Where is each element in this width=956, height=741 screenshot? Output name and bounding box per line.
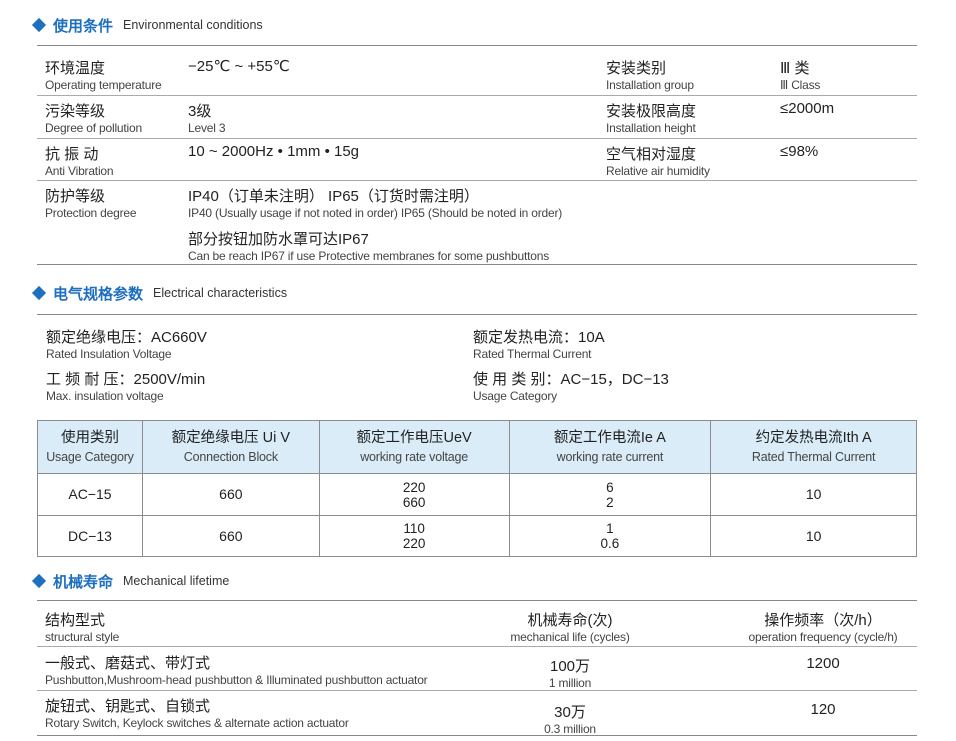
env-bottom-rule <box>37 264 917 265</box>
header-usage-category: 使用类别 Usage Category <box>37 420 143 474</box>
env-value-temp: −25℃ ~ +55℃ <box>188 58 290 75</box>
env-value-protection: IP40（订单未注明） IP65（订货时需注明） IP40 (Usually u… <box>188 188 563 220</box>
env-heading-cn: 使用条件 <box>53 17 114 35</box>
mech-row-structure: 旋钮式、钥匙式、自锁式 Rotary Switch, Keylock switc… <box>45 698 349 730</box>
mech-col-structure: 结构型式 structural style <box>45 612 120 644</box>
elec-rated-insulation: 额定绝缘电压：AC660V Rated Insulation Voltage <box>46 329 207 361</box>
cell-ie: 1 0.6 <box>508 515 712 557</box>
mech-bottom-rule <box>37 735 917 736</box>
table-row: DC−13 660 110 220 1 0.6 10 <box>37 515 917 557</box>
env-top-rule <box>37 45 917 46</box>
cell-ue: 110 220 <box>318 515 510 557</box>
elec-heading-en: Electrical characteristics <box>153 286 288 300</box>
env-row-rule <box>37 180 917 181</box>
diamond-bullet-icon <box>31 285 47 301</box>
mech-row-life: 30万 0.3 million <box>544 704 596 736</box>
elec-rated-thermal: 额定发热电流：10A Rated Thermal Current <box>473 329 605 361</box>
env-row-rule <box>37 95 917 96</box>
env-label-install-group: 安装类别 Installation group <box>606 60 694 92</box>
header-insulation-voltage: 额定绝缘电压 Ui V Connection Block <box>141 420 320 474</box>
mech-heading-en: Mechanical lifetime <box>123 574 230 588</box>
elec-max-insulation: 工 频 耐 压：2500V/min Max. insulation voltag… <box>46 371 206 403</box>
mech-top-rule <box>37 600 917 601</box>
mech-row-frequency: 1200 <box>806 655 840 672</box>
header-thermal-current: 约定发热电流Ith A Rated Thermal Current <box>710 420 917 474</box>
header-working-voltage: 额定工作电压UeV working rate voltage <box>318 420 510 474</box>
mech-row-frequency: 120 <box>810 701 836 718</box>
cell-ie: 62 <box>508 473 712 516</box>
mech-heading-cn: 机械寿命 <box>53 573 114 591</box>
env-value-vibration: 10 ~ 2000Hz • 1mm • 15g <box>188 143 360 160</box>
header-working-current: 额定工作电流Ie Aworking rate current <box>508 420 712 474</box>
cell-ui: 660 <box>141 515 320 557</box>
env-value-install-height: ≤2000m <box>780 100 835 117</box>
mech-row-rule <box>37 646 917 647</box>
env-section-heading: 使用条件 Environmental conditions <box>31 13 263 37</box>
cell-ith: 10 <box>710 473 917 516</box>
mech-row-structure: 一般式、磨菇式、带灯式 Pushbutton,Mushroom-head pus… <box>45 655 428 687</box>
elec-usage-category: 使 用 类 别：AC−15，DC−13 Usage Category <box>473 371 669 403</box>
env-value-humidity: ≤98% <box>780 143 819 160</box>
cell-ui: 660 <box>141 473 320 516</box>
env-note-ip67: 部分按钮加防水罩可达IP67 Can be reach IP67 if use … <box>188 231 549 263</box>
mech-row-rule <box>37 690 917 691</box>
elec-heading-cn: 电气规格参数 <box>53 285 144 303</box>
cell-ue: 220 660 <box>318 473 510 516</box>
mech-row-life: 100万 1 million <box>548 658 592 690</box>
elec-top-rule <box>37 314 917 315</box>
elec-section-heading: 电气规格参数 Electrical characteristics <box>31 281 288 305</box>
env-label-humidity: 空气相对湿度 Relative air humidity <box>606 146 710 178</box>
mech-col-life: 机械寿命(次) mechanical life (cycles) <box>510 612 630 644</box>
env-label-vibration: 抗 振 动 Anti Vibration <box>45 146 114 178</box>
env-label-pollution: 污染等级 Degree of pollution <box>45 103 142 135</box>
table-row: AC−15 660 220 660 62 10 <box>37 473 917 516</box>
env-value-pollution: 3级 Level 3 <box>188 103 226 135</box>
env-value-install-group: Ⅲ 类 Ⅲ Class <box>780 60 821 92</box>
env-heading-en: Environmental conditions <box>123 18 263 32</box>
cell-ith: 10 <box>710 515 917 557</box>
mech-col-frequency: 操作频率（次/h） operation frequency (cycle/h) <box>748 612 898 644</box>
cell-category: DC−13 <box>37 515 143 557</box>
diamond-bullet-icon <box>31 17 47 33</box>
mech-section-heading: 机械寿命 Mechanical lifetime <box>31 569 230 593</box>
env-row-rule <box>37 138 917 139</box>
cell-category: AC−15 <box>37 473 143 516</box>
electrical-table: 使用类别 Usage Category 额定绝缘电压 Ui V Connection… <box>37 420 917 557</box>
env-label-temp: 环境温度 Operating temperature <box>45 60 162 92</box>
table-header-row: 使用类别 Usage Category 额定绝缘电压 Ui V Connection… <box>37 420 917 474</box>
diamond-bullet-icon <box>31 573 47 589</box>
env-label-install-height: 安装极限高度 Installation height <box>606 103 697 135</box>
env-label-protection: 防护等级 Protection degree <box>45 188 137 220</box>
